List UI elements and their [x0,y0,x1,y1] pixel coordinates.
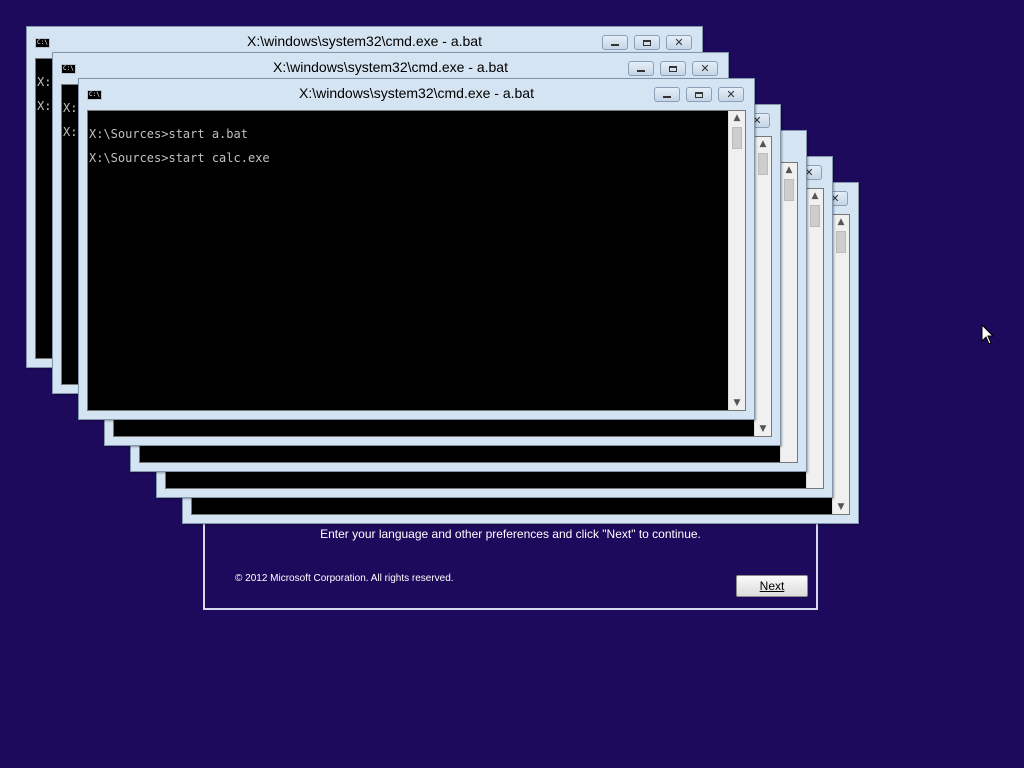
setup-dialog: Enter your language and other preference… [203,515,818,610]
maximize-icon [669,65,677,72]
console-line: X:\Sources>start calc.exe [89,151,270,165]
window-title: X:\windows\system32\cmd.exe - a.bat [273,59,508,75]
maximize-button[interactable] [634,35,660,50]
vertical-scrollbar[interactable]: ▲ ▼ [754,137,771,436]
scroll-up-arrow-icon[interactable]: ▲ [781,163,797,177]
scroll-thumb[interactable] [732,127,742,149]
minimize-button[interactable] [628,61,654,76]
minimize-button[interactable] [602,35,628,50]
vertical-scrollbar[interactable]: ▲ ▼ [832,215,849,514]
scroll-thumb[interactable] [784,179,794,201]
console-output: X:\Sources>start a.bat X:\Sources>start … [88,111,719,410]
close-icon: ✕ [726,88,736,101]
maximize-button[interactable] [686,87,712,102]
scroll-up-arrow-icon[interactable]: ▲ [755,137,771,151]
close-button[interactable]: ✕ [692,61,718,76]
scroll-up-arrow-icon[interactable]: ▲ [833,215,849,229]
minimize-icon [637,69,645,72]
scroll-down-arrow-icon[interactable]: ▼ [755,422,771,436]
console-line: X: [37,99,52,113]
setup-instruction: Enter your language and other preference… [320,527,701,541]
window-controls: ✕ [628,61,718,76]
vertical-scrollbar[interactable]: ▲ [780,163,797,462]
maximize-icon [695,91,703,98]
vertical-scrollbar[interactable]: ▲ [806,189,823,488]
mouse-pointer-icon [981,324,995,345]
window-title: X:\windows\system32\cmd.exe - a.bat [247,33,482,49]
maximize-button[interactable] [660,61,686,76]
window-title: X:\windows\system32\cmd.exe - a.bat [299,85,534,101]
title-bar[interactable]: C:\. X:\windows\system32\cmd.exe - a.bat… [79,79,754,109]
scroll-up-arrow-icon[interactable]: ▲ [807,189,823,203]
scroll-thumb[interactable] [758,153,768,175]
minimize-icon [611,43,619,46]
copyright-text: © 2012 Microsoft Corporation. All rights… [235,573,454,584]
minimize-button[interactable] [654,87,680,102]
window-controls: ✕ [654,87,744,102]
maximize-icon [643,39,651,46]
close-icon: ✕ [674,36,684,49]
scroll-thumb[interactable] [836,231,846,253]
scroll-thumb[interactable] [810,205,820,227]
console-area[interactable]: X:\Sources>start a.bat X:\Sources>start … [87,110,746,411]
close-button[interactable]: ✕ [666,35,692,50]
console-line: X: [63,101,78,115]
scroll-down-arrow-icon[interactable]: ▼ [729,396,745,410]
scroll-down-arrow-icon[interactable]: ▼ [833,500,849,514]
vertical-scrollbar[interactable]: ▲ ▼ [728,111,745,410]
scroll-up-arrow-icon[interactable]: ▲ [729,111,745,125]
console-window-active[interactable]: C:\. X:\windows\system32\cmd.exe - a.bat… [78,78,755,420]
minimize-icon [663,95,671,98]
console-line: X:\Sources>start a.bat [89,127,248,141]
close-button[interactable]: ✕ [718,87,744,102]
console-line: X: [63,125,78,139]
next-button[interactable]: Next [736,575,808,597]
window-controls: ✕ [602,35,692,50]
console-line: X: [37,75,52,89]
close-icon: ✕ [700,62,710,75]
